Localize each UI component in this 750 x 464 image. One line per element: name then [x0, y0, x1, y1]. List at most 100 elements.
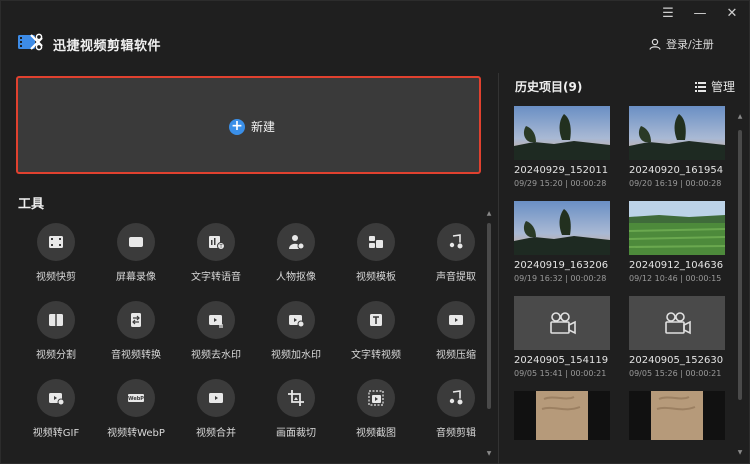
history-project[interactable]: 20240920_161954 09/20 16:19 | 00:00:28 — [629, 106, 725, 188]
scroll-up-icon[interactable]: ▲ — [737, 114, 743, 120]
music-extract-icon — [437, 223, 475, 261]
history-title: 历史项目(9) — [515, 80, 583, 94]
tool-item[interactable]: 视频压缩 — [416, 297, 496, 375]
tool-item[interactable]: 屏幕录像 — [96, 219, 176, 297]
project-thumbnail — [514, 391, 610, 440]
scrollbar-thumb[interactable] — [487, 223, 491, 409]
title-bar: 迅捷视频剪辑软件 ☰ — ✕ 登录/注册 — [1, 1, 750, 71]
project-meta: 09/20 16:19 | 00:00:28 — [629, 179, 722, 188]
tool-item[interactable]: 视频分割 — [16, 297, 96, 375]
tool-item[interactable]: 视频加水印 — [256, 297, 336, 375]
tools-scrollbar[interactable]: ▲ ▼ — [486, 211, 492, 457]
split-icon — [37, 301, 75, 339]
tool-item[interactable]: 视频转GIF — [16, 375, 96, 453]
scroll-down-icon[interactable]: ▼ — [737, 450, 743, 456]
screenshot-icon — [357, 379, 395, 417]
webp-icon: WebP — [117, 379, 155, 417]
tool-label: 文字转语音 — [191, 272, 241, 283]
tool-item[interactable]: WebP 视频转WebP — [96, 375, 176, 453]
tool-item[interactable]: 视频截图 — [336, 375, 416, 453]
minimize-icon[interactable]: — — [691, 5, 709, 23]
audio-edit-icon — [437, 379, 475, 417]
tool-label: 屏幕录像 — [116, 272, 156, 283]
gif-icon — [37, 379, 75, 417]
project-thumbnail — [629, 106, 725, 160]
history-project[interactable]: 20240912_104636 09/12 10:46 | 00:00:15 — [629, 201, 725, 283]
window-controls: ☰ — ✕ — [659, 5, 741, 23]
text-to-speech-icon: T — [197, 223, 235, 261]
crop-icon — [277, 379, 315, 417]
compress-icon — [437, 301, 475, 339]
project-thumbnail — [514, 106, 610, 160]
list-icon — [695, 81, 706, 92]
video-placeholder-icon — [514, 296, 610, 350]
tool-item[interactable]: 视频去水印 — [176, 297, 256, 375]
tool-label: 音频剪辑 — [436, 428, 476, 439]
new-project-content: + 新建 — [229, 118, 275, 135]
manage-label: 管理 — [711, 80, 736, 94]
screen-record-icon — [117, 223, 155, 261]
tool-label: 视频加水印 — [271, 350, 321, 361]
panel-divider — [498, 73, 499, 464]
template-icon — [357, 223, 395, 261]
tool-item[interactable]: 声音提取 — [416, 219, 496, 297]
scroll-up-icon[interactable]: ▲ — [486, 211, 492, 217]
tools-grid: 视频快剪 屏幕录像 T 文字转语音 人物抠像 视频模板 声音提取视频分割 音视频转换 视频去水印… — [16, 219, 481, 449]
project-meta: 09/05 15:26 | 00:00:21 — [629, 369, 722, 378]
history-project[interactable]: 20240905_154119 09/05 15:41 | 00:00:21 — [514, 296, 610, 378]
project-name: 20240912_104636 — [629, 260, 724, 271]
tool-item[interactable]: 视频快剪 — [16, 219, 96, 297]
close-icon[interactable]: ✕ — [723, 5, 741, 23]
project-thumbnail — [629, 201, 725, 255]
tool-item[interactable]: 人物抠像 — [256, 219, 336, 297]
tool-label: 画面裁切 — [276, 428, 316, 439]
tool-item[interactable]: 视频模板 — [336, 219, 416, 297]
login-label: 登录/注册 — [666, 38, 714, 51]
project-thumbnail — [514, 201, 610, 255]
new-project-label: 新建 — [251, 120, 276, 134]
tool-label: 文字转视频 — [351, 350, 401, 361]
add-watermark-icon — [277, 301, 315, 339]
project-name: 20240919_163206 — [514, 260, 609, 271]
text-to-video-icon — [357, 301, 395, 339]
tools-title: 工具 — [18, 197, 45, 212]
history-project[interactable]: 20240929_152011 09/29 15:20 | 00:00:28 — [514, 106, 610, 188]
manage-button[interactable]: 管理 — [695, 78, 735, 95]
tool-item[interactable]: 文字转视频 — [336, 297, 416, 375]
video-placeholder-icon — [629, 296, 725, 350]
project-meta: 09/19 16:32 | 00:00:28 — [514, 274, 607, 283]
plus-icon: + — [229, 118, 245, 135]
tool-item[interactable]: 视频合并 — [176, 375, 256, 453]
history-project[interactable] — [514, 391, 610, 440]
convert-icon — [117, 301, 155, 339]
tool-label: 视频压缩 — [436, 350, 476, 361]
tool-item[interactable]: 音视频转换 — [96, 297, 176, 375]
tool-label: 声音提取 — [436, 272, 476, 283]
project-name: 20240929_152011 — [514, 165, 609, 176]
login-button[interactable]: 登录/注册 — [649, 36, 714, 52]
project-meta: 09/12 10:46 | 00:00:15 — [629, 274, 722, 283]
person-cutout-icon — [277, 223, 315, 261]
project-name: 20240905_152630 — [629, 355, 724, 366]
history-project[interactable] — [629, 391, 725, 440]
scroll-down-icon[interactable]: ▼ — [486, 451, 492, 457]
scrollbar-thumb[interactable] — [738, 130, 742, 400]
history-project[interactable]: 20240905_152630 09/05 15:26 | 00:00:21 — [629, 296, 725, 378]
history-scrollbar[interactable]: ▲ ▼ — [737, 106, 743, 456]
tool-item[interactable]: 音频剪辑 — [416, 375, 496, 453]
project-name: 20240920_161954 — [629, 165, 724, 176]
project-thumbnail — [629, 391, 725, 440]
merge-icon — [197, 379, 235, 417]
history-project[interactable]: 20240919_163206 09/19 16:32 | 00:00:28 — [514, 201, 610, 283]
tool-label: 视频去水印 — [191, 350, 241, 361]
tool-item[interactable]: T 文字转语音 — [176, 219, 256, 297]
svg-text:WebP: WebP — [128, 396, 144, 402]
menu-icon[interactable]: ☰ — [659, 5, 677, 23]
tool-label: 视频合并 — [196, 428, 236, 439]
project-name: 20240905_154119 — [514, 355, 609, 366]
tool-label: 视频模板 — [356, 272, 396, 283]
app-window: 迅捷视频剪辑软件 ☰ — ✕ 登录/注册 + 新建 工具 视频快剪 屏幕录像 T 文字… — [0, 0, 750, 464]
tool-label: 人物抠像 — [276, 272, 316, 283]
new-project-button[interactable]: + 新建 — [16, 76, 481, 174]
tool-item[interactable]: 画面裁切 — [256, 375, 336, 453]
